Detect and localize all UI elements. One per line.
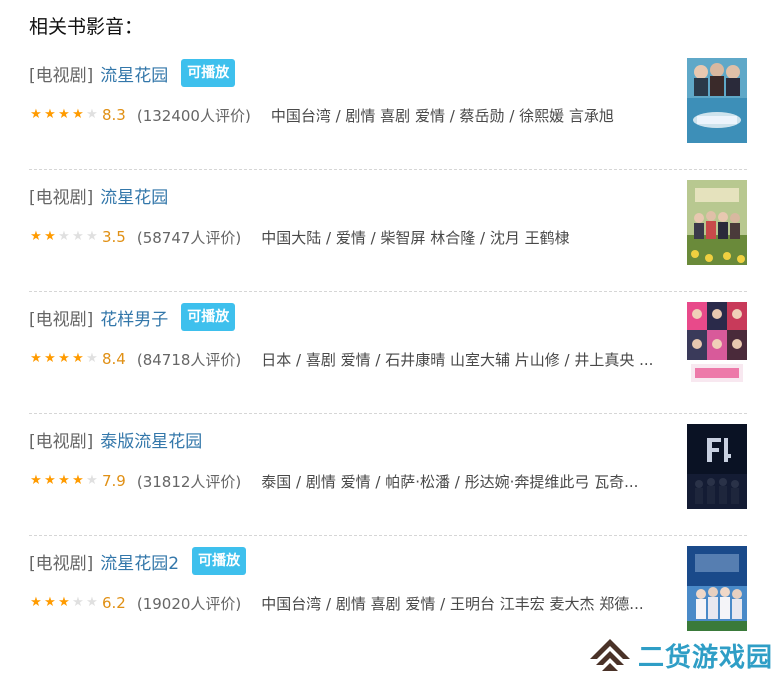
item-info: 中国大陆 / 爱情 / 柴智屏 林合隆 / 沈月 王鹤棣 bbox=[261, 228, 570, 247]
star-full-icon: ★ bbox=[44, 229, 56, 244]
item-meta-row: ★ ★ ★ ★ ★ 3.5 (58747人评价) 中国大陆 / 爱情 / 柴智屏 林合隆… bbox=[29, 226, 669, 248]
star-full-icon: ★ bbox=[72, 351, 84, 366]
star-empty-icon: ★ bbox=[72, 229, 84, 244]
star-empty-icon: ★ bbox=[86, 595, 98, 610]
rating-count: (84718人评价) bbox=[136, 350, 242, 369]
poster-meteor-garden-2001-icon bbox=[687, 58, 747, 143]
playable-badge[interactable]: 可播放 bbox=[181, 59, 236, 87]
rating-score: 8.3 bbox=[102, 106, 126, 124]
rating-score: 3.5 bbox=[102, 228, 126, 246]
rating-count: (132400人评价) bbox=[136, 106, 251, 125]
playable-badge[interactable]: 可播放 bbox=[192, 547, 247, 575]
rating-score: 6.2 bbox=[102, 594, 126, 612]
category-label: [电视剧] bbox=[29, 187, 94, 208]
item-title-row: [电视剧] 泰版流星花园 bbox=[29, 424, 202, 454]
rating-score: 7.9 bbox=[102, 472, 126, 490]
poster-meteor-garden-2-icon bbox=[687, 546, 747, 631]
poster-meteor-garden-2018-icon bbox=[687, 180, 747, 265]
list-item: [电视剧] 流星花园 可播放 ★ ★ ★ ★ ★ 8.3 (132400人评价) 中国台… bbox=[29, 48, 747, 170]
item-info: 中国台湾 / 剧情 喜剧 爱情 / 王明台 江丰宏 麦大杰 郑德... bbox=[261, 594, 644, 613]
star-empty-icon: ★ bbox=[58, 229, 70, 244]
item-info: 中国台湾 / 剧情 喜剧 爱情 / 蔡岳勋 / 徐熙媛 言承旭 bbox=[270, 106, 614, 125]
title-link[interactable]: 流星花园 bbox=[100, 183, 168, 208]
star-empty-icon: ★ bbox=[86, 351, 98, 366]
star-empty-icon: ★ bbox=[86, 473, 98, 488]
item-info: 泰国 / 剧情 爱情 / 帕萨·松潘 / 彤达婉·奔提维此弓 瓦奇... bbox=[261, 472, 639, 491]
star-full-icon: ★ bbox=[30, 351, 42, 366]
item-meta-row: ★ ★ ★ ★ ★ 6.2 (19020人评价) 中国台湾 / 剧情 喜剧 爱情 / 王… bbox=[29, 592, 669, 614]
star-rating: ★ ★ ★ ★ ★ bbox=[29, 230, 99, 244]
category-label: [电视剧] bbox=[29, 309, 94, 330]
star-rating: ★ ★ ★ ★ ★ bbox=[29, 108, 99, 122]
site-watermark: 二货游戏园 bbox=[588, 633, 773, 677]
list-item: [电视剧] 花样男子 可播放 ★ ★ ★ ★ ★ 8.4 (84718人评价) 日本 /… bbox=[29, 292, 747, 414]
title-link[interactable]: 花样男子 bbox=[100, 305, 168, 330]
item-meta-row: ★ ★ ★ ★ ★ 7.9 (31812人评价) 泰国 / 剧情 爱情 / 帕萨·松潘 … bbox=[29, 470, 669, 492]
playable-badge[interactable]: 可播放 bbox=[181, 303, 236, 331]
star-rating: ★ ★ ★ ★ ★ bbox=[29, 352, 99, 366]
star-empty-icon: ★ bbox=[72, 595, 84, 610]
title-link[interactable]: 泰版流星花园 bbox=[100, 427, 202, 452]
star-full-icon: ★ bbox=[30, 473, 42, 488]
star-full-icon: ★ bbox=[44, 595, 56, 610]
star-full-icon: ★ bbox=[58, 595, 70, 610]
star-full-icon: ★ bbox=[58, 473, 70, 488]
list-item: [电视剧] 泰版流星花园 ★ ★ ★ ★ ★ 7.9 (31812人评价) 泰国 / 剧… bbox=[29, 414, 747, 536]
rating-count: (31812人评价) bbox=[136, 472, 242, 491]
star-full-icon: ★ bbox=[72, 473, 84, 488]
star-full-icon: ★ bbox=[44, 107, 56, 122]
star-full-icon: ★ bbox=[30, 107, 42, 122]
rating-count: (58747人评价) bbox=[136, 228, 242, 247]
item-title-row: [电视剧] 流星花园2 可播放 bbox=[29, 546, 247, 576]
item-meta-row: ★ ★ ★ ★ ★ 8.4 (84718人评价) 日本 / 喜剧 爱情 / 石井康晴 山… bbox=[29, 348, 669, 370]
item-title-row: [电视剧] 流星花园 bbox=[29, 180, 168, 210]
watermark-text: 二货游戏园 bbox=[638, 642, 774, 673]
rating-score: 8.4 bbox=[102, 350, 126, 368]
star-full-icon: ★ bbox=[30, 595, 42, 610]
poster-hana-yori-dango-icon bbox=[687, 302, 747, 387]
category-label: [电视剧] bbox=[29, 65, 94, 86]
item-title-row: [电视剧] 花样男子 可播放 bbox=[29, 302, 236, 332]
poster-image[interactable] bbox=[687, 302, 747, 387]
star-empty-icon: ★ bbox=[86, 107, 98, 122]
star-full-icon: ★ bbox=[72, 107, 84, 122]
star-full-icon: ★ bbox=[44, 473, 56, 488]
star-rating: ★ ★ ★ ★ ★ bbox=[29, 474, 99, 488]
watermark-logo-icon bbox=[590, 639, 630, 671]
poster-image[interactable] bbox=[687, 180, 747, 265]
section-title: 相关书影音： bbox=[29, 16, 144, 38]
related-media-list: [电视剧] 流星花园 可播放 ★ ★ ★ ★ ★ 8.3 (132400人评价) 中国台… bbox=[29, 48, 747, 658]
star-full-icon: ★ bbox=[44, 351, 56, 366]
list-item: [电视剧] 流星花园 ★ ★ ★ ★ ★ 3.5 (58747人评价) 中国大陆 / 爱… bbox=[29, 170, 747, 292]
poster-f4-thailand-icon bbox=[687, 424, 747, 509]
title-link[interactable]: 流星花园2 bbox=[100, 549, 179, 574]
poster-image[interactable] bbox=[687, 58, 747, 143]
star-full-icon: ★ bbox=[58, 351, 70, 366]
poster-image[interactable] bbox=[687, 424, 747, 509]
item-title-row: [电视剧] 流星花园 可播放 bbox=[29, 58, 236, 88]
rating-count: (19020人评价) bbox=[136, 594, 242, 613]
item-meta-row: ★ ★ ★ ★ ★ 8.3 (132400人评价) 中国台湾 / 剧情 喜剧 爱情 / … bbox=[29, 104, 669, 126]
star-full-icon: ★ bbox=[30, 229, 42, 244]
star-rating: ★ ★ ★ ★ ★ bbox=[29, 596, 99, 610]
item-info: 日本 / 喜剧 爱情 / 石井康晴 山室大辅 片山修 / 井上真央 ... bbox=[261, 350, 654, 369]
star-full-icon: ★ bbox=[58, 107, 70, 122]
category-label: [电视剧] bbox=[29, 553, 94, 574]
title-link[interactable]: 流星花园 bbox=[100, 61, 168, 86]
category-label: [电视剧] bbox=[29, 431, 94, 452]
star-empty-icon: ★ bbox=[86, 229, 98, 244]
poster-image[interactable] bbox=[687, 546, 747, 631]
